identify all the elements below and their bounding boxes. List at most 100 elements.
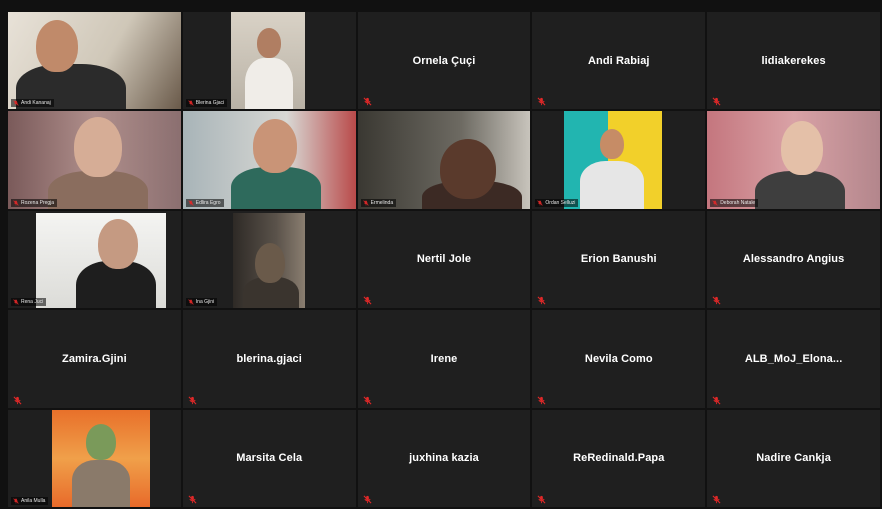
participant-display-name: Nadire Cankja — [756, 452, 831, 465]
microphone-muted-icon — [13, 396, 22, 405]
participant-name-label: Edlira Egro — [195, 199, 221, 206]
microphone-muted-icon — [188, 100, 194, 107]
participant-name-label: Ina Gjini — [195, 299, 215, 306]
participant-name-label: Rozena Pregja — [21, 199, 55, 206]
microphone-muted-icon — [363, 396, 372, 405]
participant-display-name: Irene — [430, 352, 458, 365]
person-silhouette-body — [230, 167, 321, 209]
participant-name-tag: Andi Kananaj — [11, 99, 54, 108]
participant-name-tag: Anila Mulla — [11, 497, 49, 505]
person-silhouette-head — [98, 218, 138, 269]
participant-name-tag: Ermelinda — [360, 198, 397, 207]
participant-name-tag: Edlira Egro — [185, 198, 224, 207]
participant-tile[interactable]: Anila Mulla — [8, 409, 181, 507]
participant-tile[interactable]: Edlira Egro — [182, 111, 356, 209]
participant-display-name: Zamira.Gjini — [62, 352, 127, 365]
participant-video — [357, 111, 531, 209]
microphone-muted-icon — [13, 100, 19, 107]
participant-tile[interactable]: Ina Gjini — [182, 210, 356, 309]
participant-tile[interactable]: Andi Kananaj — [8, 12, 181, 110]
participant-tile[interactable]: Nertil Jole — [357, 210, 531, 309]
participant-tile[interactable]: lidiakerekes — [707, 12, 880, 110]
participant-display-name: Ornela Çuçi — [412, 54, 476, 67]
participant-tile[interactable]: Blerina Gjaci — [182, 12, 356, 110]
participant-name-label: Rena Juci — [21, 299, 44, 306]
participant-tile[interactable]: juxhina kazia — [357, 409, 531, 507]
participant-tile[interactable]: blerina.gjaci — [182, 310, 356, 408]
participant-tile[interactable]: Ermelinda — [357, 111, 531, 209]
microphone-muted-icon — [13, 299, 19, 305]
person-silhouette-head — [256, 28, 281, 58]
participant-name-label: Ermelinda — [370, 199, 394, 206]
microphone-muted-icon — [363, 296, 372, 305]
microphone-muted-icon — [712, 495, 721, 504]
participant-tile[interactable]: ReRedinald.Papa — [532, 409, 706, 507]
participant-display-name: Nevila Como — [584, 352, 653, 365]
person-silhouette-head — [74, 117, 122, 178]
microphone-muted-icon — [537, 495, 546, 504]
participant-tile[interactable]: Zamira.Gjini — [8, 310, 181, 408]
participant-tile[interactable]: Deborah Natale — [707, 111, 880, 209]
participant-tile[interactable]: Alessandro Angius — [707, 210, 880, 309]
person-silhouette-head — [36, 20, 78, 72]
microphone-muted-icon — [188, 495, 197, 504]
participant-name-tag: Deborah Natale — [710, 198, 759, 207]
participant-name-tag: Ina Gjini — [185, 298, 218, 307]
microphone-muted-icon — [537, 396, 546, 405]
participant-tile[interactable]: ALB_MoJ_Elona... — [707, 310, 880, 408]
microphone-muted-icon — [13, 200, 19, 206]
microphone-muted-icon — [363, 495, 372, 504]
microphone-muted-icon — [537, 296, 546, 305]
participant-display-name: Alessandro Angius — [742, 253, 845, 266]
participant-tile[interactable]: Andi Rabiaj — [532, 12, 706, 110]
participant-name-label: Deborah Natale — [720, 199, 756, 206]
person-silhouette-head — [600, 129, 625, 160]
participant-display-name: ALB_MoJ_Elona... — [744, 352, 843, 365]
microphone-muted-icon — [363, 97, 372, 106]
participant-tile[interactable]: Nevila Como — [532, 310, 706, 408]
participant-video — [230, 12, 305, 110]
participant-display-name: Erion Banushi — [580, 253, 657, 266]
microphone-muted-icon — [712, 296, 721, 305]
participant-tile[interactable]: Ordan Selluzi — [532, 111, 706, 209]
person-silhouette-body — [244, 58, 293, 110]
microphone-muted-icon — [712, 97, 721, 106]
participant-display-name: ReRedinald.Papa — [573, 452, 665, 465]
participant-display-name: blerina.gjaci — [236, 352, 302, 365]
participant-name-tag: Blerina Gjaci — [185, 99, 228, 108]
microphone-muted-icon — [362, 200, 369, 206]
participant-display-name: Andi Rabiaj — [587, 54, 650, 67]
person-silhouette-head — [86, 423, 116, 460]
participant-tile[interactable]: Rozena Pregja — [8, 111, 181, 209]
person-silhouette-body — [72, 459, 130, 507]
participant-video — [8, 12, 181, 110]
person-silhouette-body — [580, 161, 645, 209]
participant-tile[interactable]: Ornela Çuçi — [357, 12, 531, 110]
gallery-view: Andi Kananaj Blerina Gjaci Ornela Çuçi Andi… — [8, 12, 880, 507]
participant-video — [564, 111, 663, 209]
microphone-muted-icon — [712, 396, 721, 405]
participant-video — [232, 212, 305, 309]
person-silhouette-head — [254, 242, 285, 283]
microphone-muted-icon — [537, 200, 544, 206]
participant-display-name: Nertil Jole — [416, 253, 472, 266]
participant-display-name: lidiakerekes — [761, 54, 826, 67]
participant-display-name: Marsita Cela — [236, 452, 303, 465]
participant-video — [36, 212, 166, 309]
participant-name-tag: Rena Juci — [11, 298, 47, 307]
participant-tile[interactable]: Rena Juci — [8, 210, 181, 309]
participant-display-name: juxhina kazia — [409, 452, 479, 465]
participant-video — [52, 409, 150, 507]
microphone-muted-icon — [188, 299, 194, 305]
microphone-muted-icon — [712, 200, 718, 206]
participant-tile[interactable]: Marsita Cela — [182, 409, 356, 507]
participant-tile[interactable]: Irene — [357, 310, 531, 408]
participant-tile[interactable]: Nadire Cankja — [707, 409, 880, 507]
participant-name-tag: Rozena Pregja — [11, 198, 58, 207]
participant-name-label: Andi Kananaj — [21, 100, 51, 107]
person-silhouette-head — [439, 139, 496, 200]
participant-tile[interactable]: Erion Banushi — [532, 210, 706, 309]
microphone-muted-icon — [537, 97, 546, 106]
participant-name-label: Blerina Gjaci — [195, 100, 225, 107]
participant-name-label: Anila Mulla — [21, 498, 46, 504]
